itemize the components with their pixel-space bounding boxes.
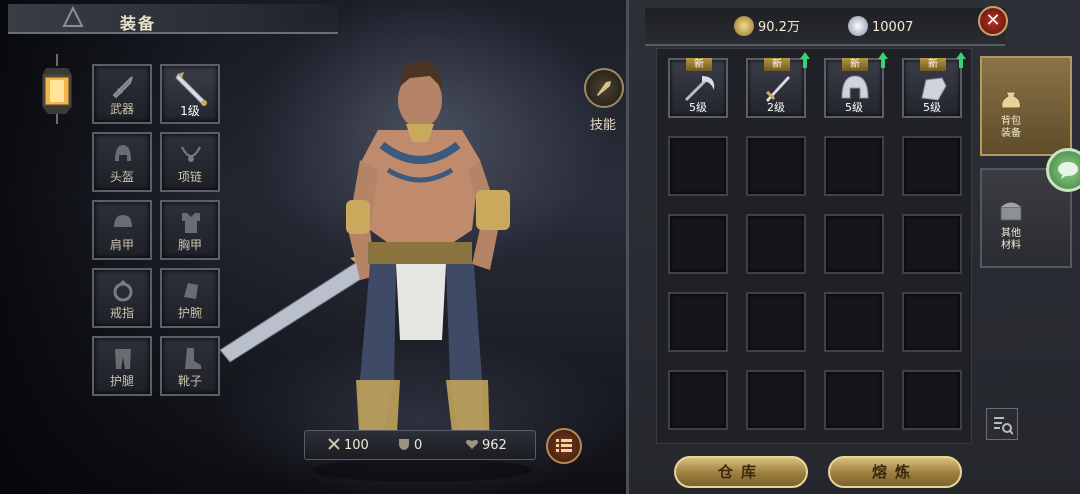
upgrade-arrow-icon [800, 52, 810, 68]
inventory-item[interactable]: 新 5级 [902, 52, 966, 118]
empty-slot[interactable] [902, 136, 962, 196]
slot-ring[interactable]: 戒指 [92, 268, 152, 328]
currency-bar [645, 8, 1005, 46]
slot-label: 戒指 [109, 306, 134, 320]
empty-slot[interactable] [824, 370, 884, 430]
shield-icon [399, 439, 409, 450]
upgrade-arrow-icon [956, 52, 966, 68]
gold-amount: 90.2万 [758, 20, 800, 35]
tab-label: 背包装备 [1001, 116, 1021, 139]
filter-search-button[interactable] [986, 408, 1018, 440]
diamond-currency: 10007 [848, 16, 913, 36]
new-badge: 新 [920, 58, 946, 71]
slot-leggings[interactable]: 护腿 [92, 336, 152, 396]
attack-value: 100 [344, 438, 369, 453]
warehouse-button[interactable]: 仓库 [674, 456, 808, 488]
defense-stat: 0 [397, 437, 422, 453]
necklace-icon [181, 146, 201, 162]
skill-icon [597, 81, 611, 96]
empty-slot[interactable] [824, 136, 884, 196]
chest-armor-icon [182, 213, 200, 233]
empty-slot[interactable] [902, 370, 962, 430]
tab-label: 其他材料 [1001, 228, 1021, 251]
close-icon: ✕ [985, 10, 1001, 31]
bag-icon [1001, 91, 1021, 109]
slot-label: 武器 [109, 102, 134, 116]
ring-icon [113, 280, 133, 302]
empty-slot[interactable] [746, 136, 806, 196]
item-level: 5级 [689, 101, 707, 114]
title-ornament-icon [62, 5, 84, 27]
sword-icon [112, 76, 133, 99]
diamond-amount: 10007 [872, 20, 914, 35]
inventory-item[interactable]: 新 5级 [824, 52, 888, 118]
new-badge: 新 [764, 58, 790, 71]
hero-character[interactable] [210, 50, 550, 490]
stats-bar: 100 0 962 [304, 430, 536, 460]
boots-icon [185, 348, 201, 369]
shoulder-armor-icon [114, 215, 132, 227]
item-level: 2级 [767, 101, 785, 114]
slot-shoulder[interactable]: 肩甲 [92, 200, 152, 260]
empty-slot[interactable] [902, 292, 962, 352]
gold-coin-icon [734, 16, 754, 36]
upgrade-arrow-icon [878, 52, 888, 68]
leggings-icon [115, 349, 131, 369]
health-stat: 962 [465, 437, 507, 453]
heart-icon [466, 439, 478, 449]
bracer-icon [184, 283, 198, 299]
helmet-icon [115, 145, 131, 161]
inventory-item[interactable]: 新 5级 [668, 58, 728, 118]
empty-slot[interactable] [668, 214, 728, 274]
list-icon [556, 439, 572, 452]
tab-bag-equipment[interactable]: 背包装备 [980, 56, 1072, 156]
empty-slot[interactable] [746, 214, 806, 274]
diamond-icon [848, 16, 868, 36]
inventory-item[interactable]: 新 2级 [746, 52, 810, 118]
empty-slot[interactable] [824, 214, 884, 274]
page-title: 装备 [120, 14, 157, 33]
smelt-button[interactable]: 熔炼 [828, 456, 962, 488]
slot-label: 头盔 [109, 170, 134, 184]
health-value: 962 [482, 438, 507, 453]
item-level: 5级 [923, 101, 941, 114]
chat-icon [1058, 162, 1078, 179]
menu-list-button[interactable] [546, 428, 582, 464]
skill-label: 技能 [590, 118, 617, 133]
defense-value: 0 [414, 438, 423, 453]
attack-stat: 100 [327, 437, 369, 453]
title-bar: 装备 [8, 4, 338, 34]
new-badge: 新 [842, 58, 868, 71]
empty-slot[interactable] [902, 214, 962, 274]
chest-icon [1000, 202, 1022, 221]
skill-button[interactable] [584, 68, 624, 108]
item-level: 5级 [845, 101, 863, 114]
list-search-icon [994, 417, 1013, 435]
gold-currency: 90.2万 [734, 16, 800, 36]
empty-slot[interactable] [746, 292, 806, 352]
close-button[interactable]: ✕ [978, 6, 1008, 36]
slot-label: 护腿 [109, 374, 134, 388]
slot-weapon[interactable]: 武器 [92, 64, 152, 124]
empty-slot[interactable] [824, 292, 884, 352]
empty-slot[interactable] [668, 136, 728, 196]
slot-label: 肩甲 [109, 238, 134, 252]
slot-helmet[interactable]: 头盔 [92, 132, 152, 192]
empty-slot[interactable] [746, 370, 806, 430]
attack-icon [328, 438, 340, 450]
new-badge: 新 [686, 58, 712, 71]
empty-slot[interactable] [668, 292, 728, 352]
empty-slot[interactable] [668, 370, 728, 430]
lantern-icon [42, 54, 72, 124]
